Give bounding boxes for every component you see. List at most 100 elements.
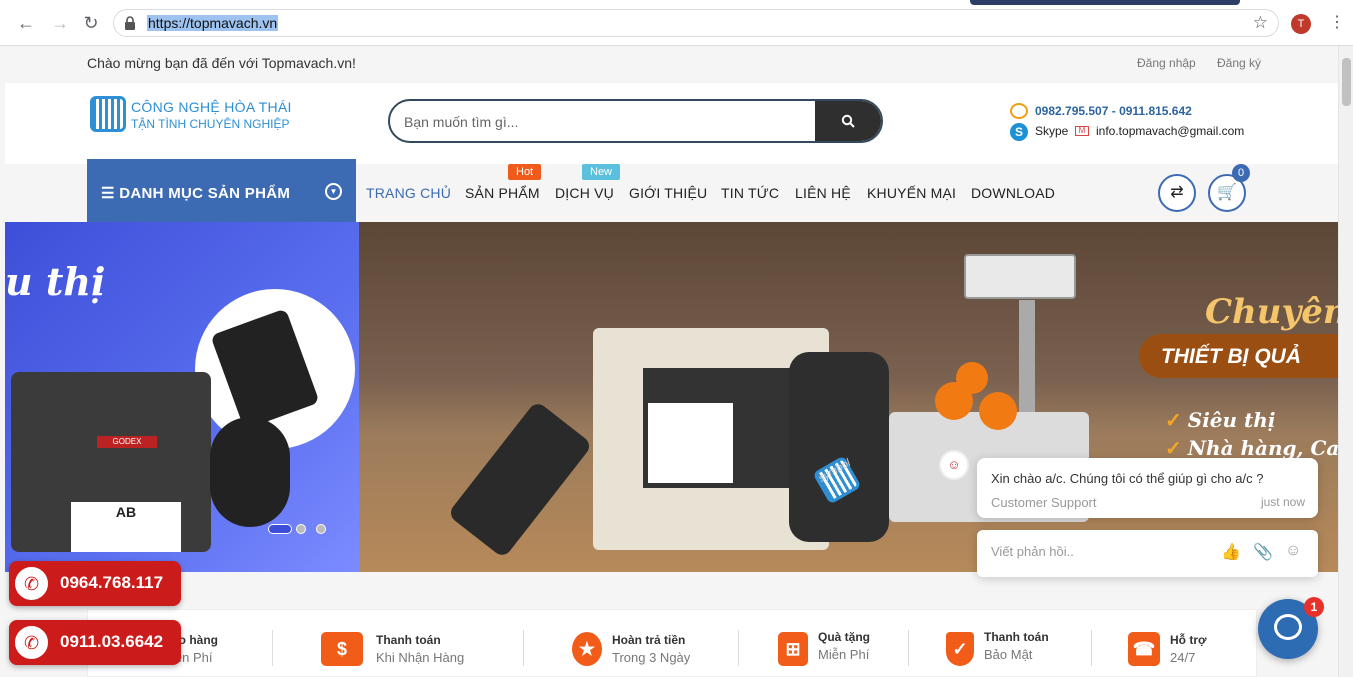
barcode-scanner-image <box>210 417 290 527</box>
nav-item-news[interactable]: TIN TỨC <box>721 185 779 201</box>
hotline-number: 0964.768.117 <box>60 573 164 592</box>
slider-dot-3[interactable] <box>316 524 326 534</box>
printed-label: AB <box>71 502 181 552</box>
godex-logo: GODEX <box>97 436 157 448</box>
page-scrollbar[interactable] <box>1338 46 1353 677</box>
feature-title: Thanh toán <box>984 630 1049 644</box>
nav-item-contact[interactable]: LIÊN HỆ <box>795 185 851 201</box>
banner-ribbon-text: THIẾT BỊ QUẢ <box>1161 345 1301 368</box>
browser-menu-icon[interactable]: ⋮ <box>1329 12 1345 32</box>
chat-reply-input[interactable]: Viết phản hồi.. <box>991 544 1074 559</box>
hotline-button-1[interactable]: ✆ 0964.768.117 <box>9 561 181 606</box>
thumbs-up-icon[interactable]: 👍 <box>1221 542 1241 562</box>
chevron-down-icon: ▼ <box>325 183 342 200</box>
scanner-brand: symbol <box>812 455 862 505</box>
profile-avatar[interactable]: T <box>1291 14 1311 34</box>
category-menu-label: ☰ DANH MỤC SẢN PHẨM <box>101 185 291 202</box>
browser-toolbar: ← → ↻ https://topmavach.vn ☆ T ⋮ <box>0 0 1353 46</box>
banner-bullet: Siêu thị <box>1165 408 1276 432</box>
attachment-icon[interactable]: 📎 <box>1253 542 1273 562</box>
chat-sender: Customer Support <box>991 495 1097 510</box>
divider <box>523 630 524 666</box>
nav-item-services[interactable]: DỊCH VỤ <box>555 185 614 201</box>
chat-message-card[interactable]: ☺ Xin chào a/c. Chúng tôi có thể giúp gì… <box>939 450 1318 518</box>
nav-item-home[interactable]: TRANG CHỦ <box>366 185 451 201</box>
feature-title: Hoàn trả tiền <box>612 633 686 647</box>
cart-count-badge: 0 <box>1232 164 1250 182</box>
nav-item-about[interactable]: GIỚI THIỆU <box>629 185 707 201</box>
presentation-scanner-image: symbol <box>789 352 889 542</box>
mobile-computer-image <box>446 400 594 559</box>
divider <box>1091 630 1092 666</box>
phone-icon: ✆ <box>12 564 51 603</box>
divider <box>738 630 739 666</box>
nav-item-promotions[interactable]: KHUYẾN MẠI <box>867 185 956 201</box>
orange-image <box>956 362 988 394</box>
chat-reply-box: Viết phản hồi.. 👍 📎 ☺ <box>977 530 1318 577</box>
search-icon <box>841 114 855 128</box>
hotline-button-2[interactable]: ✆ 0911.03.6642 <box>9 620 181 665</box>
scale-pole <box>1019 300 1035 420</box>
feature-subtitle: Bảo Mật <box>984 647 1033 662</box>
banner-main-slide[interactable]: symbol Chuyên THIẾT BỊ QUẢ Siêu thị Nhà … <box>359 222 1338 572</box>
logo-title[interactable]: CÔNG NGHỆ HÒA THÁI <box>131 99 292 115</box>
gift-icon: ⊞ <box>778 632 808 666</box>
search-button[interactable] <box>815 101 881 141</box>
lock-icon <box>125 16 135 30</box>
label-printer-image: GODEX AB <box>11 372 211 552</box>
banner-left-slide[interactable]: u thị GODEX AB <box>5 222 359 572</box>
banner-left-headline: u thị <box>5 259 106 304</box>
reload-icon[interactable]: ↻ <box>81 13 101 33</box>
bookmark-star-icon[interactable]: ☆ <box>1253 13 1268 33</box>
new-badge: New <box>582 164 621 180</box>
banner-title: Chuyên <box>1205 292 1338 332</box>
divider <box>908 630 909 666</box>
chat-unread-badge: 1 <box>1304 597 1324 617</box>
feature-subtitle: Khi Nhận Hàng <box>376 650 465 665</box>
slider-dot-2[interactable] <box>296 524 306 534</box>
main-nav: ☰ DANH MỤC SẢN PHẨM ▼ TRANG CHỦ SẢN PHẨM… <box>5 159 1338 223</box>
back-icon[interactable]: ← <box>16 13 36 33</box>
hot-badge: Hot <box>508 164 542 180</box>
chat-bubble-icon <box>1274 614 1302 640</box>
divider <box>272 630 273 666</box>
feature-subtitle: Miễn Phí <box>818 647 870 662</box>
forward-icon[interactable]: → <box>50 13 70 33</box>
welcome-text: Chào mừng bạn đã đến với Topmavach.vn! <box>87 55 356 71</box>
emoji-icon[interactable]: ☺ <box>1285 542 1301 560</box>
phone-icon: ☎ <box>1128 632 1160 666</box>
headset-icon <box>1010 103 1028 119</box>
cart-icon: 🛒 <box>1217 184 1237 201</box>
compare-button[interactable]: ⇄ <box>1158 174 1196 212</box>
slider-dot-1[interactable] <box>268 524 292 534</box>
search-input[interactable]: Bạn muốn tìm gì... <box>404 114 518 130</box>
orange-image <box>979 392 1017 430</box>
hotline-number: 0911.03.6642 <box>60 632 164 651</box>
register-link[interactable]: Đăng ký <box>1217 56 1261 70</box>
scale-display-image <box>964 254 1076 299</box>
login-link[interactable]: Đăng nhập <box>1137 56 1196 70</box>
address-bar[interactable]: https://topmavach.vn ☆ <box>113 9 1279 37</box>
scrollbar-thumb[interactable] <box>1342 58 1351 106</box>
shield-icon: ✓ <box>946 632 974 666</box>
mail-icon: M <box>1075 126 1089 136</box>
logo-qr-icon[interactable] <box>90 96 126 132</box>
contact-email[interactable]: info.topmavach@gmail.com <box>1096 124 1244 138</box>
chat-time: just now <box>1260 495 1305 509</box>
chat-launcher-button[interactable]: 1 <box>1258 597 1324 659</box>
url-text[interactable]: https://topmavach.vn <box>147 15 279 31</box>
banner-bullet: Nhà hàng, Cafe <box>1165 436 1338 460</box>
banner-ribbon: THIẾT BỊ QUẢ <box>1139 334 1338 378</box>
nav-item-download[interactable]: DOWNLOAD <box>971 185 1055 201</box>
dollar-icon: $ <box>321 632 363 666</box>
feature-subtitle: Trong 3 Ngày <box>612 650 691 665</box>
feature-title: Hỗ trợ <box>1170 633 1207 647</box>
skype-label[interactable]: Skype <box>1035 124 1068 138</box>
nav-item-products[interactable]: SẢN PHẨM <box>465 185 540 201</box>
feature-subtitle: 24/7 <box>1170 650 1196 665</box>
category-menu-button[interactable]: ☰ DANH MỤC SẢN PHẨM ▼ <box>87 159 356 223</box>
logo-slogan: TẬN TÌNH CHUYÊN NGHIỆP <box>131 117 290 131</box>
tab-strip-fragment <box>970 0 1240 5</box>
skype-icon: S <box>1010 123 1028 141</box>
contact-phones[interactable]: 0982.795.507 - 0911.815.642 <box>1035 104 1192 118</box>
